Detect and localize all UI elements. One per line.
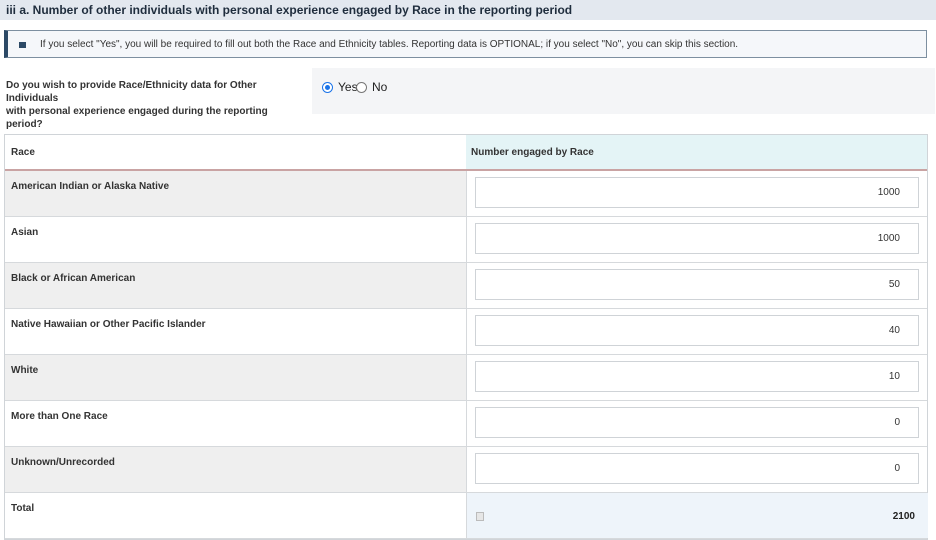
race-table: Race Number engaged by Race American Ind… [4,134,928,540]
yes-no-options: Yes No [312,68,935,114]
option-no[interactable]: No [356,80,387,94]
row-label: American Indian or Alaska Native [11,181,170,192]
table-row: Black or African American [5,263,927,309]
number-input[interactable] [475,177,919,208]
radio-no[interactable] [356,81,367,93]
header-number: Number engaged by Race [471,147,594,158]
total-value: 2100 [892,511,915,522]
number-input[interactable] [475,453,919,484]
row-label: More than One Race [11,411,108,422]
table-row: Asian [5,217,927,263]
info-notice: If you select "Yes", you will be require… [4,30,927,58]
row-label: Unknown/Unrecorded [11,457,115,468]
question-line-1: Do you wish to provide Race/Ethnicity da… [6,80,257,104]
row-label: Asian [11,227,39,238]
info-text: If you select "Yes", you will be require… [40,39,739,50]
question-label: Do you wish to provide Race/Ethnicity da… [6,79,306,131]
row-label: Native Hawaiian or Other Pacific Islande… [11,319,206,330]
table-row: Unknown/Unrecorded [5,447,927,493]
row-label: Black or African American [11,273,136,284]
table-row: American Indian or Alaska Native [5,171,927,217]
section-header-bar: iii a. Number of other individuals with … [0,0,936,20]
section-title: iii a. Number of other individuals with … [6,3,573,17]
table-row: Native Hawaiian or Other Pacific Islande… [5,309,927,355]
total-label: Total [11,503,35,514]
number-input[interactable] [475,361,919,392]
radio-yes[interactable] [322,81,333,93]
total-row: Total 2100 [5,493,928,539]
option-yes-label: Yes [338,80,358,94]
option-no-label: No [372,80,388,94]
header-race: Race [11,147,35,158]
row-label: White [11,365,39,376]
option-yes[interactable]: Yes [322,80,358,94]
number-input[interactable] [475,223,919,254]
calculator-icon [476,512,484,521]
number-input[interactable] [475,315,919,346]
number-input[interactable] [475,269,919,300]
question-line-2: with personal experience engaged during … [6,106,268,130]
info-marker-icon [19,42,26,48]
table-row: More than One Race [5,401,927,447]
number-input[interactable] [475,407,919,438]
table-header: Race Number engaged by Race [5,135,927,171]
table-row: White [5,355,927,401]
